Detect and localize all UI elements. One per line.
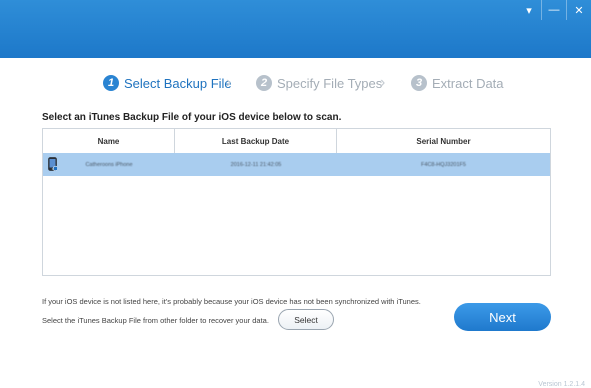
app-header: ▾ — ✕: [0, 0, 591, 58]
chevron-right-icon: ›: [226, 74, 232, 91]
column-header-last-backup-date[interactable]: Last Backup Date: [175, 129, 337, 153]
chevron-right-icon: ›: [380, 74, 386, 91]
step-specify-file-types: 2 Specify File Types: [256, 72, 382, 94]
select-other-folder-note: Select the iTunes Backup File from other…: [42, 316, 269, 325]
last-backup-date-cell: 2016-12-11 21:42:05: [175, 153, 337, 176]
step-select-backup-file: 1 Select Backup File: [103, 72, 232, 94]
serial-number-cell: F4C8-HQJ3201F5: [337, 153, 550, 176]
step-label: Specify File Types: [277, 75, 383, 91]
step-number-badge: 2: [256, 75, 272, 91]
table-header: Name Last Backup Date Serial Number: [43, 129, 550, 154]
instruction-text: Select an iTunes Backup File of your iOS…: [42, 112, 342, 123]
table-row[interactable]: Catheroons iPhone 2016-12-11 21:42:05 F4…: [43, 153, 550, 176]
serial-number: F4C8-HQJ3201F5: [421, 161, 466, 168]
minimize-icon[interactable]: —: [541, 0, 566, 20]
step-label: Select Backup File: [124, 75, 232, 91]
version-label: Version 1.2.1.4: [538, 381, 585, 388]
step-label: Extract Data: [432, 75, 504, 91]
step-number-badge: 1: [103, 75, 119, 91]
column-header-serial-number[interactable]: Serial Number: [337, 129, 550, 153]
backup-file-table: Name Last Backup Date Serial Number Cath…: [42, 128, 551, 276]
backup-date: 2016-12-11 21:42:05: [230, 161, 282, 168]
name-cell: Catheroons iPhone: [43, 153, 175, 176]
device-name: Catheroons iPhone: [85, 161, 133, 168]
step-extract-data: 3 Extract Data: [411, 72, 504, 94]
dropdown-arrow-icon[interactable]: ▾: [517, 0, 541, 20]
step-number-badge: 3: [411, 75, 427, 91]
next-button[interactable]: Next: [454, 303, 551, 331]
close-icon[interactable]: ✕: [566, 0, 591, 20]
iphone-device-icon: [48, 157, 57, 171]
window-controls: ▾ — ✕: [517, 0, 591, 20]
column-header-name[interactable]: Name: [43, 129, 175, 153]
wizard-steps: 1 Select Backup File › 2 Specify File Ty…: [0, 72, 591, 94]
select-button[interactable]: Select: [278, 309, 334, 330]
device-not-listed-note: If your iOS device is not listed here, i…: [42, 297, 421, 306]
